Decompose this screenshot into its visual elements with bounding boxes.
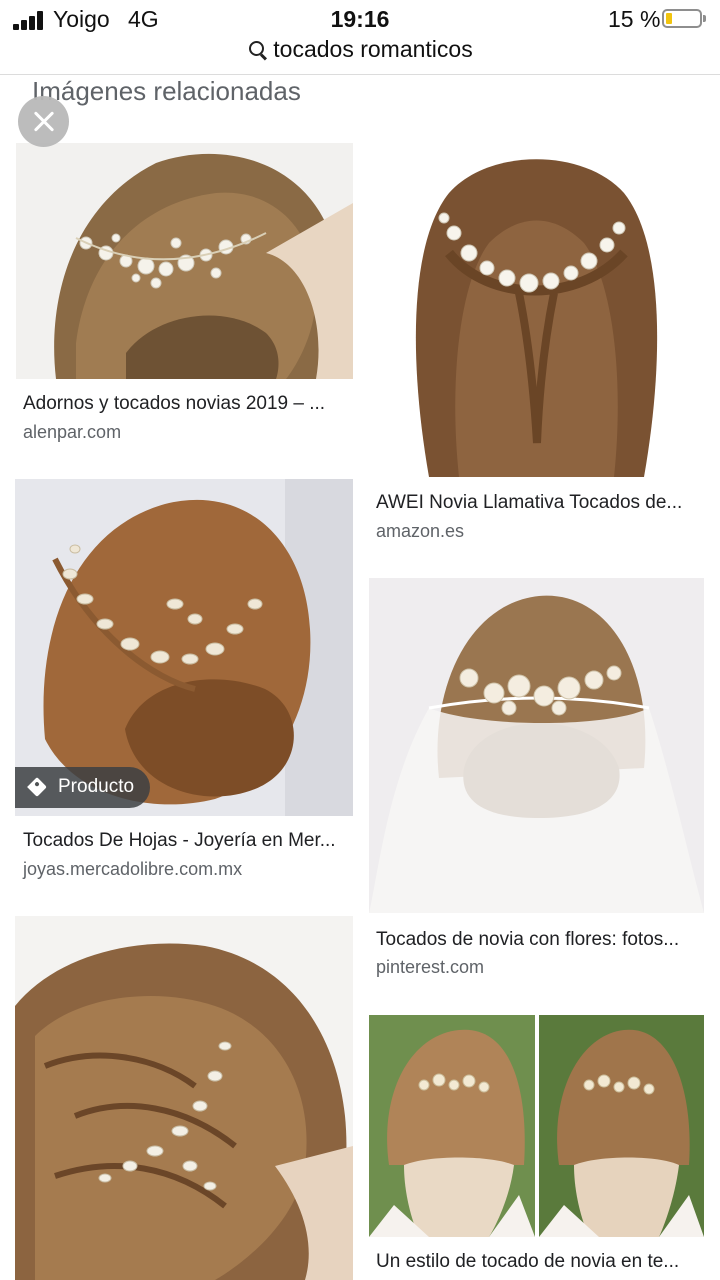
tag-icon	[27, 777, 47, 797]
search-icon	[247, 39, 269, 61]
result-title-3[interactable]: Tocados De Hojas - Joyería en Mer...	[23, 830, 343, 852]
result-image-1[interactable]	[16, 143, 353, 379]
close-button[interactable]	[18, 96, 69, 147]
result-source-3: joyas.mercadolibre.com.mx	[23, 859, 243, 879]
product-badge-label: Producto	[58, 776, 135, 797]
search-query-bar[interactable]: tocados romanticos	[0, 36, 720, 70]
result-image-6[interactable]	[369, 1015, 704, 1237]
result-image-3[interactable]	[15, 479, 353, 816]
status-bar: Yoigo 4G 19:16 15 %	[0, 0, 720, 40]
result-title-1[interactable]: Adornos y tocados novias 2019 – ...	[23, 393, 343, 415]
product-badge: Producto	[15, 767, 150, 808]
result-title-2[interactable]: AWEI Novia Llamativa Tocados de...	[376, 492, 696, 514]
header-divider	[0, 74, 720, 75]
result-image-2[interactable]	[369, 143, 704, 477]
result-title-6[interactable]: Un estilo de tocado de novia en te...	[376, 1251, 696, 1273]
result-source-1: alenpar.com	[23, 422, 122, 442]
result-image-4[interactable]	[369, 578, 704, 913]
result-source-2: amazon.es	[376, 521, 465, 541]
search-query-text: tocados romanticos	[273, 36, 473, 62]
result-source-4: pinterest.com	[376, 957, 485, 977]
battery-percent: 15 %	[608, 6, 661, 32]
section-title: Imágenes relacionadas	[32, 76, 301, 106]
result-title-4[interactable]: Tocados de novia con flores: fotos...	[376, 929, 696, 951]
battery-icon	[662, 9, 706, 28]
result-image-5[interactable]	[15, 916, 353, 1280]
